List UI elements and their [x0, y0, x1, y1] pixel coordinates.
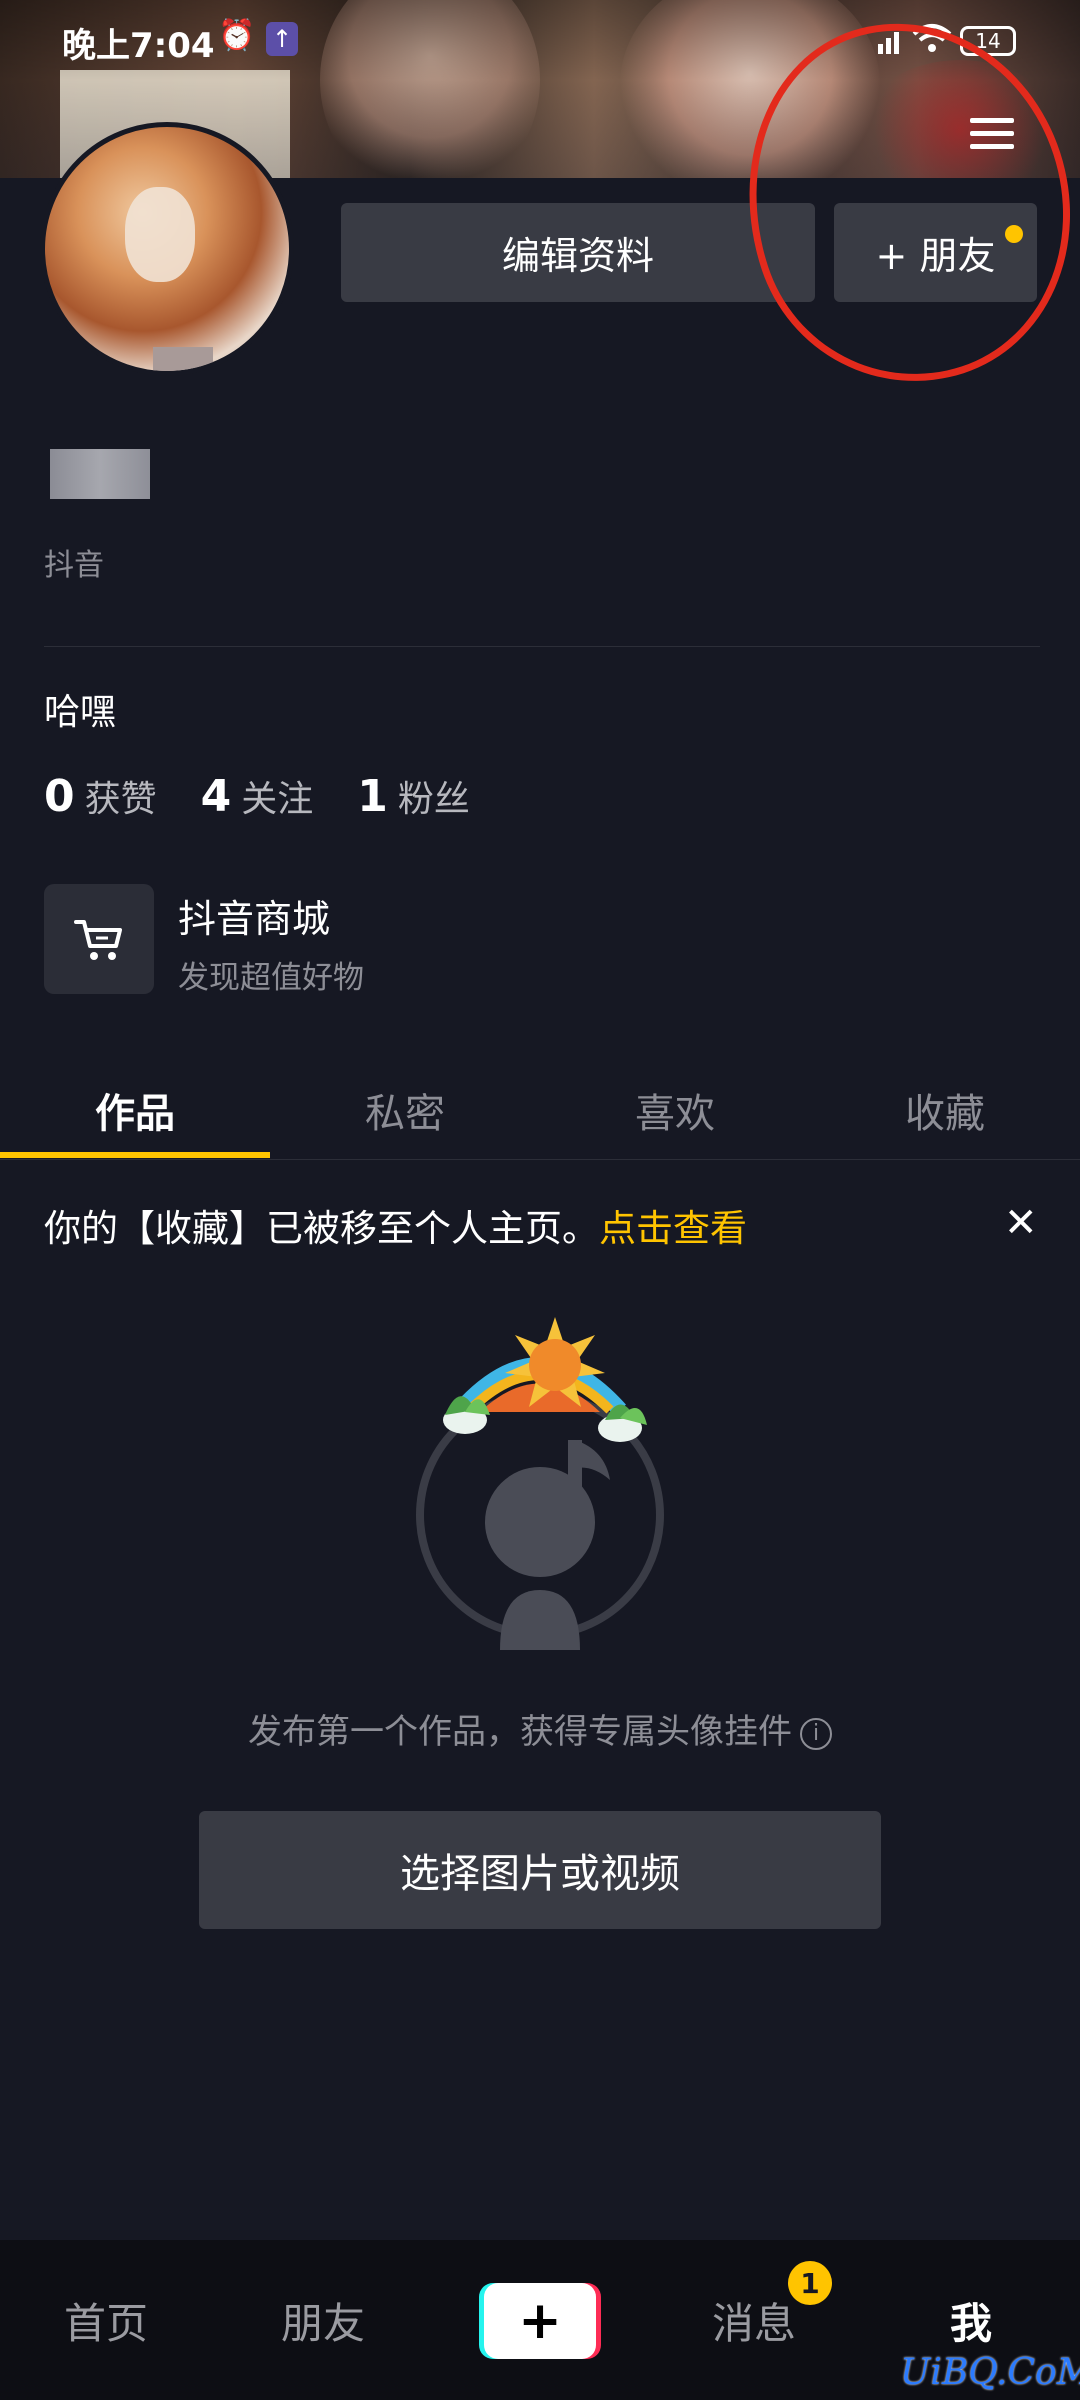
- stat-followers[interactable]: 1 粉丝: [357, 770, 470, 822]
- alarm-icon: ⏰: [218, 18, 256, 53]
- account-id-label: 抖音: [44, 548, 104, 583]
- create-post-button[interactable]: +: [484, 2283, 596, 2359]
- nav-home[interactable]: 首页: [64, 2290, 148, 2351]
- upload-icon: ↑: [266, 22, 298, 56]
- stat-likes-label: 获赞: [84, 779, 157, 820]
- avatar[interactable]: [40, 122, 294, 376]
- empty-state-hint-text: 发布第一个作品，获得专属头像挂件: [248, 1712, 792, 1752]
- mall-title[interactable]: 抖音商城: [178, 888, 330, 943]
- stat-likes-value: 0: [44, 771, 75, 822]
- username-redacted: [50, 449, 150, 499]
- nav-me[interactable]: 我: [950, 2290, 992, 2351]
- cart-icon[interactable]: [44, 884, 154, 994]
- mall-subtitle: 发现超值好物: [178, 960, 364, 996]
- site-watermark: UiBQ.CoM: [900, 2352, 1080, 2393]
- nav-friends[interactable]: 朋友: [281, 2290, 365, 2351]
- stat-followers-value: 1: [357, 771, 388, 822]
- status-time: 晚上7:04: [62, 26, 215, 66]
- empty-state-illustration: [405, 1300, 675, 1650]
- bio-text: 哈嘿: [44, 692, 117, 733]
- plus-icon: +: [518, 2291, 562, 2351]
- stat-likes[interactable]: 0 获赞: [44, 770, 157, 822]
- message-badge: 1: [788, 2261, 832, 2305]
- content-tabs: 作品 私密 喜欢 收藏: [0, 1060, 1080, 1160]
- tab-favorites[interactable]: 收藏: [810, 1060, 1080, 1160]
- stat-following-label: 关注: [241, 779, 314, 820]
- close-icon[interactable]: ✕: [1004, 1200, 1038, 1246]
- nav-messages[interactable]: 消息: [712, 2290, 796, 2351]
- tab-private[interactable]: 私密: [270, 1060, 540, 1160]
- tab-likes[interactable]: 喜欢: [540, 1060, 810, 1160]
- stat-following[interactable]: 4 关注: [201, 770, 314, 822]
- notice-view-link[interactable]: 点击查看: [599, 1207, 747, 1250]
- profile-stats: 0 获赞 4 关注 1 粉丝: [44, 770, 470, 822]
- info-icon[interactable]: i: [800, 1717, 832, 1750]
- select-media-button[interactable]: 选择图片或视频: [199, 1811, 881, 1929]
- tab-works[interactable]: 作品: [0, 1060, 270, 1160]
- notice-text: 你的【收藏】已被移至个人主页。: [44, 1207, 599, 1250]
- stat-followers-label: 粉丝: [397, 779, 470, 820]
- edit-profile-button[interactable]: 编辑资料: [341, 203, 815, 302]
- stat-following-value: 4: [200, 771, 232, 822]
- favorites-moved-notice: 你的【收藏】已被移至个人主页。点击查看: [44, 1198, 747, 1252]
- tabs-divider: [0, 1159, 1080, 1160]
- profile-divider: [44, 646, 1040, 647]
- empty-state-hint: 发布第一个作品，获得专属头像挂件 i: [0, 1704, 1080, 1753]
- active-tab-indicator: [0, 1152, 270, 1158]
